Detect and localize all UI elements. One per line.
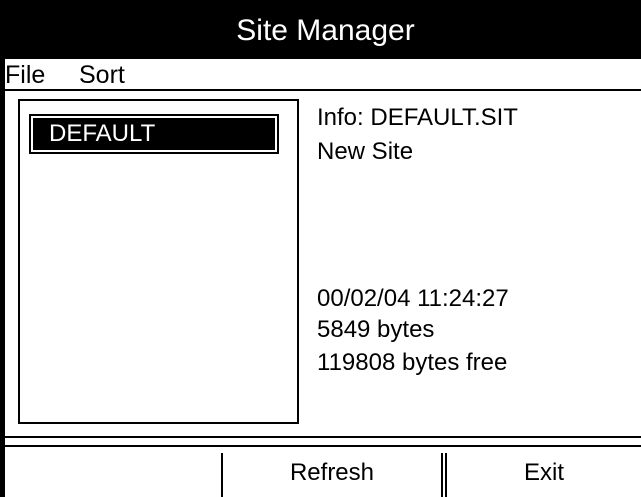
menu-sort[interactable]: Sort bbox=[79, 59, 125, 91]
site-name: New Site bbox=[317, 138, 414, 165]
title-bar: Site Manager bbox=[5, 0, 641, 59]
softkey-bar: Refresh Exit bbox=[5, 453, 641, 497]
site-file-size: 5849 bytes bbox=[317, 316, 435, 343]
menu-file[interactable]: File bbox=[5, 59, 45, 91]
info-header: Info: DEFAULT.SIT bbox=[317, 104, 518, 131]
site-list-item-label: DEFAULT bbox=[33, 118, 275, 150]
softkey-1[interactable] bbox=[5, 453, 221, 497]
window-title: Site Manager bbox=[10, 5, 641, 57]
menu-bar: File Sort bbox=[5, 59, 641, 91]
separator-line bbox=[5, 436, 641, 438]
exit-button[interactable]: Exit bbox=[441, 453, 641, 497]
site-manager-screen: Site Manager File Sort DEFAULT Info: DEF… bbox=[0, 0, 641, 497]
site-timestamp: 00/02/04 11:24:27 bbox=[317, 285, 509, 312]
free-space: 119808 bytes free bbox=[317, 349, 508, 376]
site-list-item-default[interactable]: DEFAULT bbox=[29, 114, 279, 154]
refresh-button[interactable]: Refresh bbox=[221, 453, 441, 497]
site-list[interactable]: DEFAULT bbox=[18, 99, 299, 424]
separator-line bbox=[5, 445, 641, 447]
